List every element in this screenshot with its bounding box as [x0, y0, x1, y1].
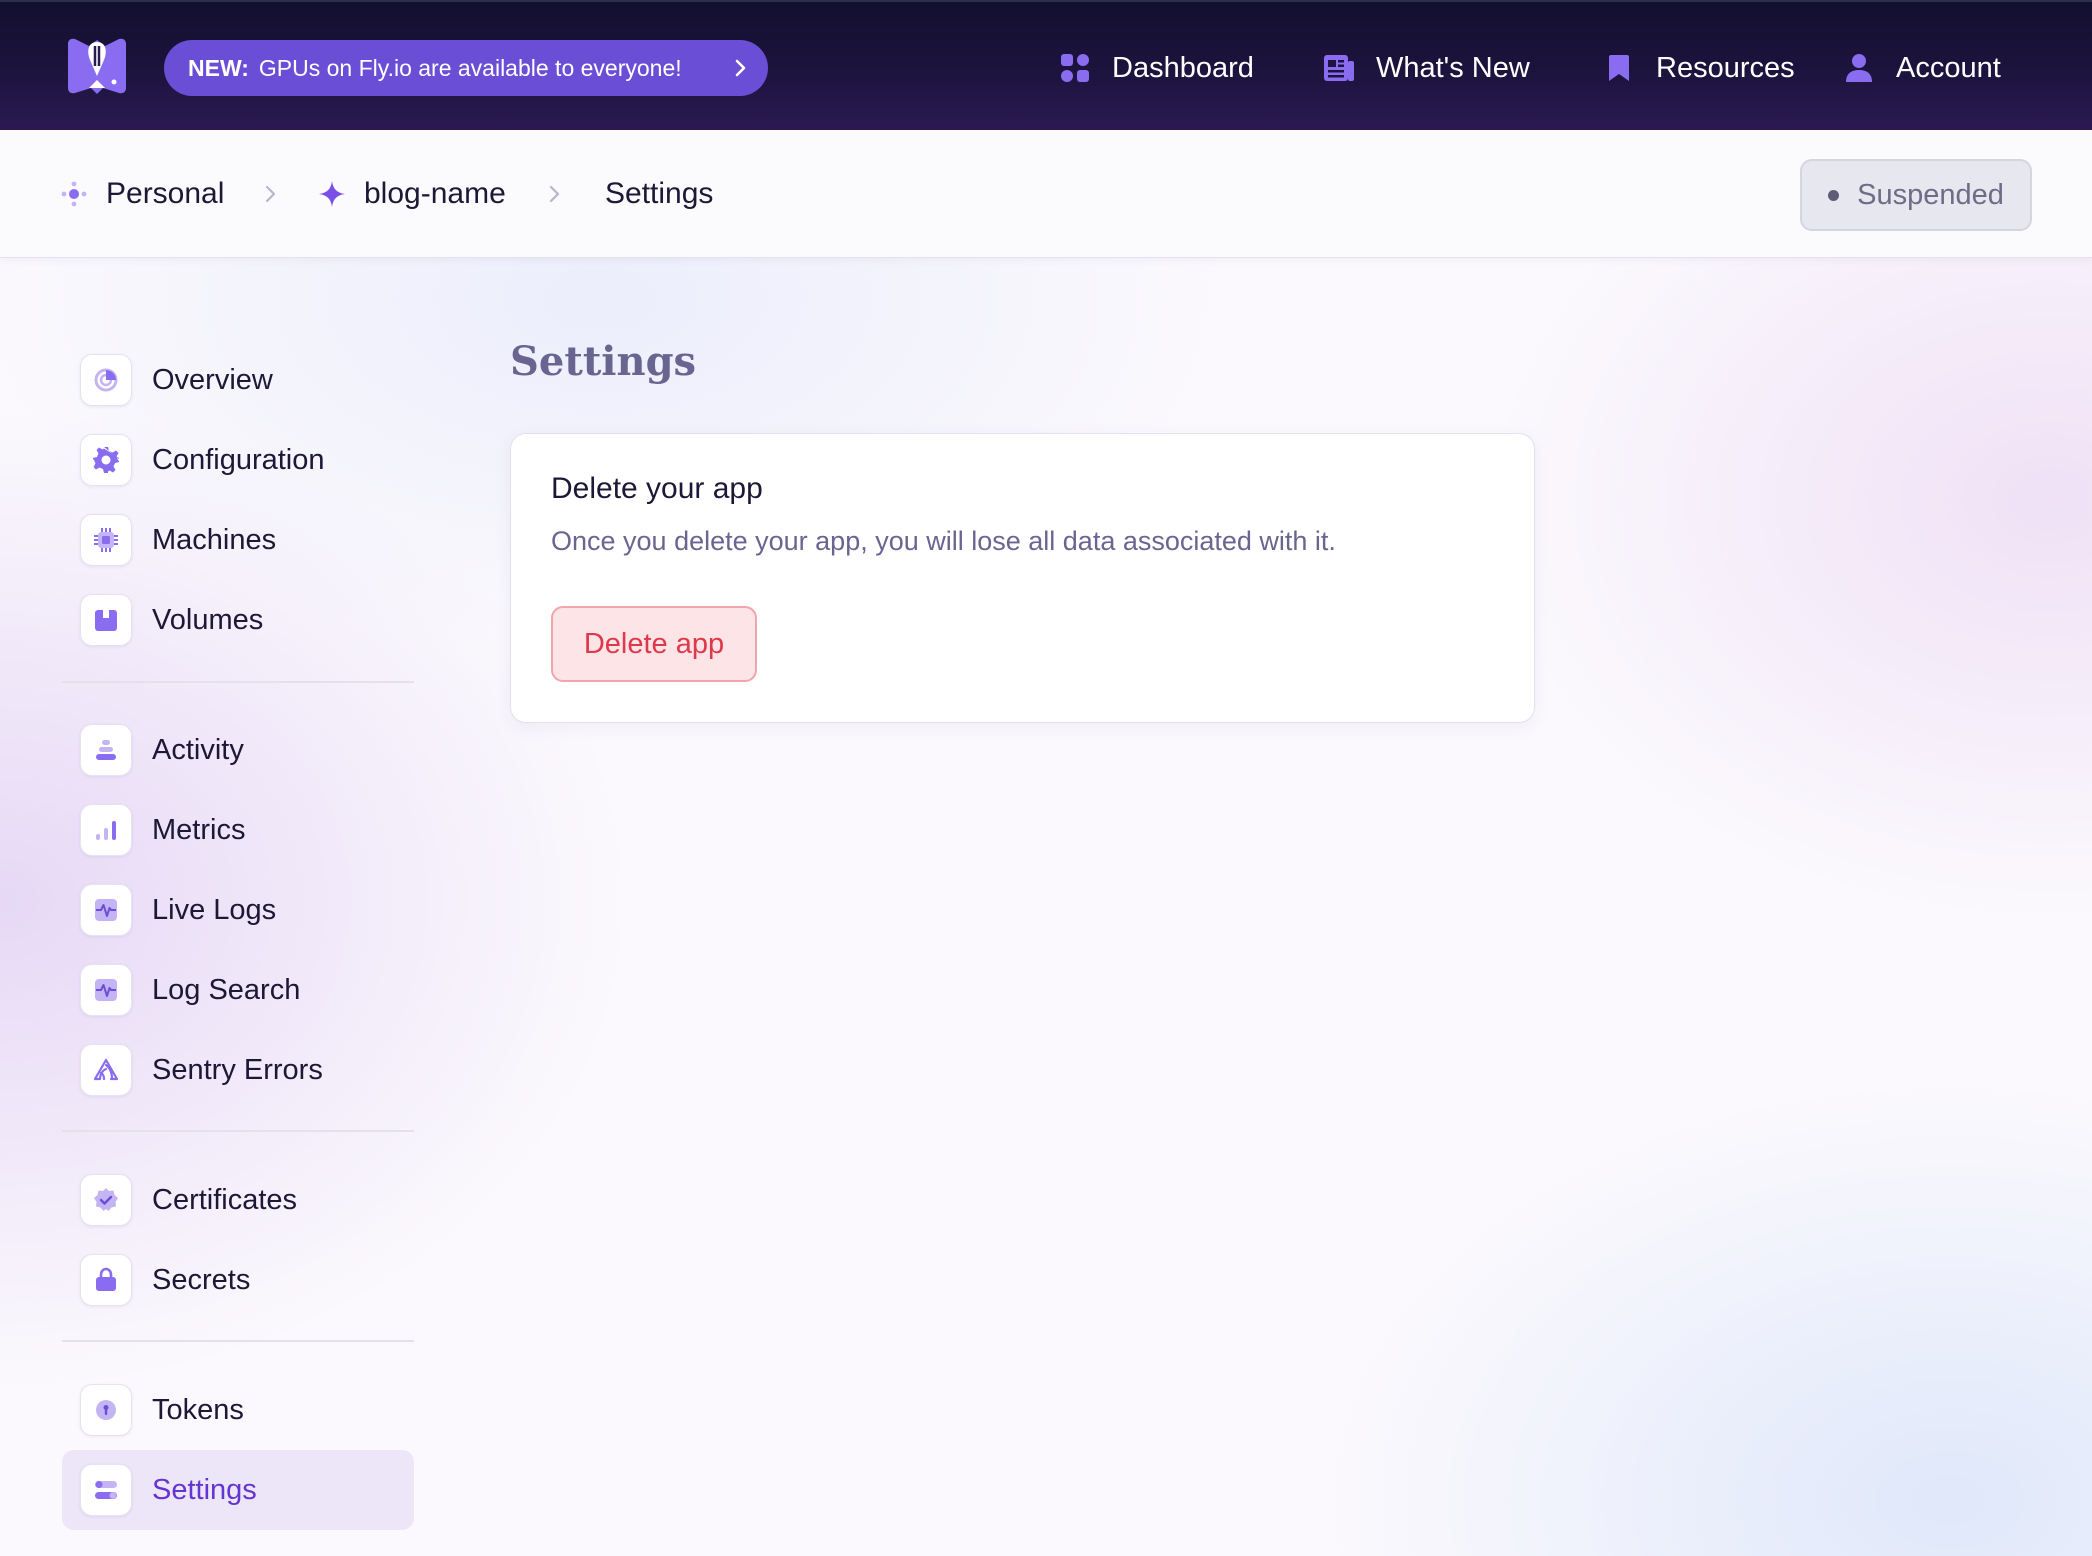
delete-app-button[interactable]: Delete app — [551, 606, 757, 682]
card-description: Once you delete your app, you will lose … — [551, 526, 1336, 556]
box-icon — [80, 594, 132, 646]
sidebar-item-metrics[interactable]: Metrics — [62, 790, 414, 870]
status-dot-icon — [1828, 189, 1840, 201]
pulse-icon — [80, 964, 132, 1016]
bookmark-icon — [1609, 55, 1629, 81]
dashboard-icon — [1061, 54, 1089, 82]
sidebar-item-configuration[interactable]: Configuration — [62, 420, 414, 500]
pulse-icon — [80, 884, 132, 936]
sidebar-item-label: Configuration — [152, 443, 325, 476]
sidebar-item-live-logs[interactable]: Live Logs — [62, 870, 414, 950]
chevron-right-icon — [265, 185, 276, 203]
sidebar-divider — [62, 1340, 414, 1342]
breadcrumb-app-label: blog-name — [364, 177, 506, 210]
newspaper-icon — [1324, 55, 1354, 81]
breadcrumb-current-label: Settings — [605, 177, 714, 210]
breadcrumb: Personal blog-name Settings Suspended — [0, 130, 2092, 258]
sidebar-item-overview[interactable]: Overview — [62, 340, 414, 420]
flyio-logo-icon[interactable] — [62, 36, 132, 96]
status-label: Suspended — [1857, 178, 2004, 211]
nav-account[interactable]: Account — [1842, 44, 2001, 92]
sidebar-item-label: Settings — [152, 1473, 257, 1506]
nav-account-label: Account — [1896, 51, 2001, 84]
status-badge: Suspended — [1800, 159, 2032, 231]
sidebar-item-machines[interactable]: Machines — [62, 500, 414, 580]
toggles-icon — [80, 1464, 132, 1516]
chevron-right-icon — [735, 59, 746, 77]
chevron-right-icon — [549, 185, 560, 203]
page-title: Settings — [510, 338, 697, 385]
sidebar-item-label: Sentry Errors — [152, 1053, 323, 1086]
delete-app-card: Delete your app Once you delete your app… — [510, 433, 1535, 723]
overview-icon — [80, 354, 132, 406]
sidebar-divider — [62, 1130, 414, 1132]
sidebar-item-label: Metrics — [152, 813, 246, 846]
sidebar-item-tokens[interactable]: Tokens — [62, 1370, 414, 1450]
sparkle-icon — [319, 181, 345, 207]
breadcrumb-personal-label: Personal — [106, 177, 225, 210]
user-icon — [1846, 54, 1872, 82]
key-icon — [80, 1384, 132, 1436]
sidebar-item-volumes[interactable]: Volumes — [62, 580, 414, 660]
sidebar-item-label: Machines — [152, 523, 277, 556]
sentry-icon — [80, 1044, 132, 1096]
sidebar-item-certificates[interactable]: Certificates — [62, 1160, 414, 1240]
promo-text: GPUs on Fly.io are available to everyone… — [258, 54, 682, 81]
org-icon — [61, 181, 87, 207]
sidebar-item-label: Certificates — [152, 1183, 298, 1216]
card-title: Delete your app — [551, 472, 763, 505]
gpu-announcement-banner[interactable]: NEW: GPUs on Fly.io are available to eve… — [164, 40, 768, 96]
nav-dashboard[interactable]: Dashboard — [1058, 44, 1254, 92]
sidebar-item-label: Live Logs — [152, 893, 277, 926]
breadcrumb-app[interactable]: blog-name — [318, 172, 506, 216]
top-navbar: NEW: GPUs on Fly.io are available to eve… — [0, 0, 2092, 130]
chip-icon — [80, 514, 132, 566]
nav-whats-new[interactable]: What's New — [1322, 44, 1530, 92]
sidebar-item-label: Overview — [152, 363, 273, 396]
sidebar-divider — [62, 681, 414, 683]
sidebar-item-label: Activity — [152, 733, 244, 766]
sidebar-item-log-search[interactable]: Log Search — [62, 950, 414, 1030]
badge-check-icon — [80, 1174, 132, 1226]
sidebar-item-label: Volumes — [152, 603, 264, 636]
sidebar-item-label: Log Search — [152, 973, 301, 1006]
breadcrumb-personal[interactable]: Personal — [60, 172, 224, 216]
nav-dashboard-label: Dashboard — [1112, 51, 1254, 84]
nav-resources-label: Resources — [1656, 51, 1795, 84]
sidebar-item-sentry-errors[interactable]: Sentry Errors — [62, 1030, 414, 1110]
sidebar-item-secrets[interactable]: Secrets — [62, 1240, 414, 1320]
bar-chart-icon — [80, 804, 132, 856]
nav-resources[interactable]: Resources — [1602, 44, 1795, 92]
sidebar-item-label: Secrets — [152, 1263, 251, 1296]
sidebar-item-label: Tokens — [152, 1393, 244, 1426]
sidebar-item-settings[interactable]: Settings — [62, 1450, 414, 1530]
nav-whats-new-label: What's New — [1376, 51, 1530, 84]
breadcrumb-current: Settings — [605, 172, 713, 216]
stack-icon — [80, 724, 132, 776]
sidebar-item-activity[interactable]: Activity — [62, 710, 414, 790]
lock-icon — [80, 1254, 132, 1306]
gear-icon — [80, 434, 132, 486]
promo-tag: NEW: — [188, 54, 249, 81]
